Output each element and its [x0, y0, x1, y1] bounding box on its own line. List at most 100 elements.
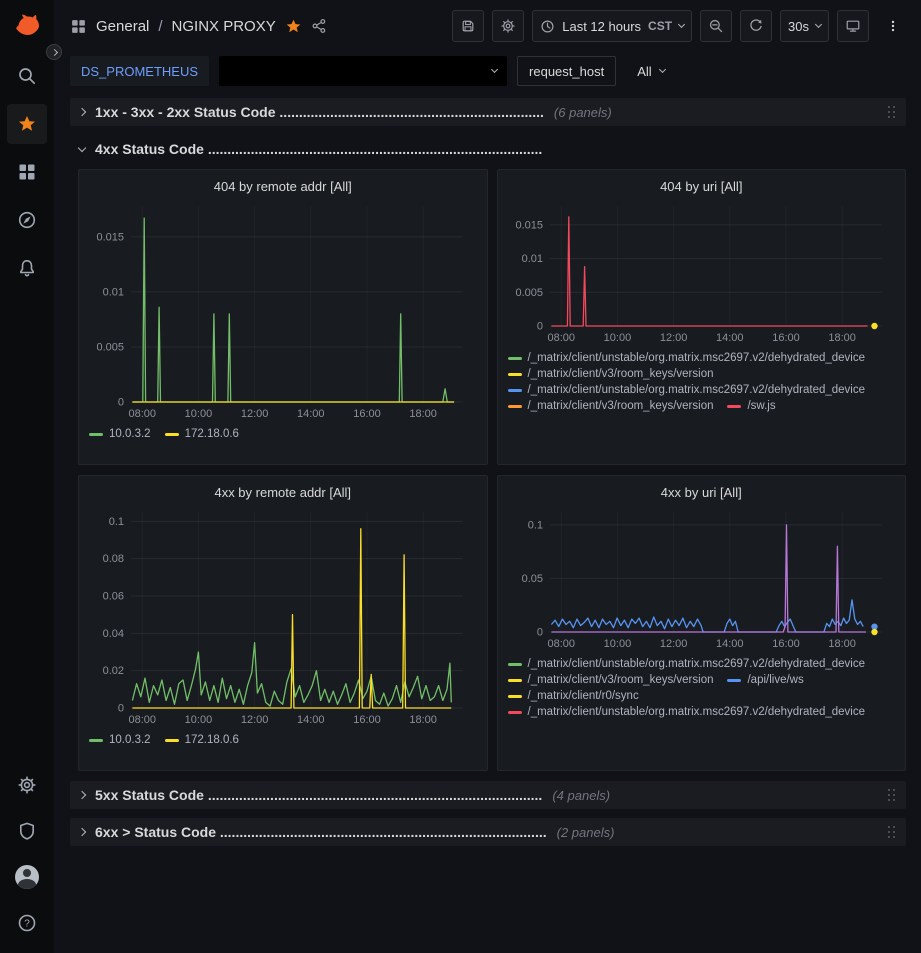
- svg-text:14:00: 14:00: [716, 332, 744, 344]
- kebab-menu-icon: [886, 18, 900, 34]
- refresh-interval-dropdown[interactable]: 30s: [780, 10, 829, 42]
- help-icon: ?: [17, 913, 37, 933]
- time-series-chart[interactable]: 00.0050.010.01508:0010:0012:0014:0016:00…: [508, 199, 896, 345]
- more-options-button[interactable]: [877, 10, 909, 42]
- svg-text:16:00: 16:00: [353, 408, 381, 420]
- svg-text:16:00: 16:00: [772, 638, 800, 650]
- share-icon[interactable]: [311, 18, 327, 34]
- time-series-chart[interactable]: 00.0050.010.01508:0010:0012:0014:0016:00…: [89, 199, 477, 421]
- dashboards-icon: [17, 162, 37, 182]
- grafana-logo[interactable]: [5, 8, 49, 46]
- grafana-logo-icon: [12, 12, 42, 42]
- row-drag-handle[interactable]: [888, 825, 897, 839]
- legend-item[interactable]: /_matrix/client/unstable/org.matrix.msc2…: [508, 384, 866, 396]
- legend-item[interactable]: 172.18.0.6: [165, 734, 239, 746]
- legend-swatch: [727, 679, 741, 682]
- row-drag-handle[interactable]: [888, 788, 897, 802]
- legend-label: /_matrix/client/v3/room_keys/version: [528, 400, 714, 412]
- sidebar-item-search[interactable]: [7, 56, 47, 96]
- chevron-down-icon: [78, 143, 86, 151]
- sidebar-item-explore[interactable]: [7, 200, 47, 240]
- legend-item[interactable]: 10.0.3.2: [89, 428, 151, 440]
- chevron-down-icon: [659, 66, 666, 73]
- legend-item[interactable]: 172.18.0.6: [165, 428, 239, 440]
- refresh-button[interactable]: [740, 10, 772, 42]
- svg-text:14:00: 14:00: [716, 638, 744, 650]
- monitor-icon: [845, 18, 861, 34]
- dashboard-settings-button[interactable]: [492, 10, 524, 42]
- svg-text:0.06: 0.06: [103, 591, 124, 603]
- legend-item[interactable]: /_matrix/client/unstable/org.matrix.msc2…: [508, 706, 866, 718]
- svg-text:12:00: 12:00: [659, 332, 687, 344]
- time-series-chart[interactable]: 00.020.040.060.080.108:0010:0012:0014:00…: [89, 505, 477, 727]
- legend-label: /_matrix/client/unstable/org.matrix.msc2…: [528, 658, 866, 670]
- legend-label: 10.0.3.2: [109, 428, 151, 440]
- dashboard-toolbar: Last 12 hours CST: [452, 10, 909, 42]
- panel-title[interactable]: 404 by remote addr [All]: [89, 176, 477, 199]
- legend-swatch: [508, 373, 522, 376]
- tv-mode-button[interactable]: [837, 10, 869, 42]
- sidebar-item-starred[interactable]: [7, 104, 47, 144]
- legend-item[interactable]: /_matrix/client/unstable/org.matrix.msc2…: [508, 658, 866, 670]
- dashboard-row-1xx[interactable]: 1xx - 3xx - 2xx Status Code ............…: [70, 98, 906, 126]
- panel-404-by-remote-addr: 404 by remote addr [All] 00.0050.010.015…: [78, 169, 488, 465]
- legend-item[interactable]: /_matrix/client/v3/room_keys/version: [508, 368, 714, 380]
- panel-title[interactable]: 4xx by uri [All]: [508, 482, 896, 505]
- chevron-right-icon: [50, 48, 57, 55]
- svg-text:18:00: 18:00: [828, 638, 856, 650]
- save-dashboard-button[interactable]: [452, 10, 484, 42]
- sidebar-item-help[interactable]: ?: [7, 903, 47, 943]
- favorite-star-icon[interactable]: [285, 18, 302, 35]
- sidebar-item-dashboards[interactable]: [7, 152, 47, 192]
- legend-label: /_matrix/client/v3/room_keys/version: [528, 674, 714, 686]
- legend-item[interactable]: /sw.js: [727, 400, 775, 412]
- compass-icon: [17, 210, 37, 230]
- sidebar-expand-button[interactable]: [46, 44, 62, 60]
- clock-icon: [540, 19, 555, 34]
- svg-text:18:00: 18:00: [409, 408, 437, 420]
- request-host-variable-label[interactable]: request_host: [517, 56, 616, 86]
- sidebar-top-group: [7, 56, 47, 288]
- svg-text:10:00: 10:00: [185, 714, 213, 726]
- row-drag-handle[interactable]: [888, 105, 897, 119]
- sidebar-item-alerting[interactable]: [7, 248, 47, 288]
- svg-text:0.015: 0.015: [515, 219, 543, 231]
- legend-swatch: [727, 405, 741, 408]
- svg-text:0.015: 0.015: [96, 231, 124, 243]
- avatar: [15, 865, 39, 889]
- panel-title[interactable]: 4xx by remote addr [All]: [89, 482, 477, 505]
- legend-item[interactable]: 10.0.3.2: [89, 734, 151, 746]
- row-panel-count: (4 panels): [552, 788, 610, 803]
- legend-item[interactable]: /_matrix/client/v3/room_keys/version: [508, 400, 714, 412]
- gear-icon: [500, 18, 516, 34]
- search-icon: [17, 66, 37, 86]
- top-navbar: General / NGINX PROXY: [54, 0, 921, 52]
- breadcrumb-folder[interactable]: General: [96, 18, 149, 35]
- zoom-out-time-button[interactable]: [700, 10, 732, 42]
- legend-item[interactable]: /_matrix/client/v3/room_keys/version: [508, 674, 714, 686]
- sidebar-item-configuration[interactable]: [7, 765, 47, 805]
- dashboard-row-5xx[interactable]: 5xx Status Code ........................…: [70, 781, 906, 809]
- panel-title[interactable]: 404 by uri [All]: [508, 176, 896, 199]
- row-title: 4xx Status Code ........................…: [95, 141, 542, 157]
- svg-text:18:00: 18:00: [828, 332, 856, 344]
- datasource-variable-value-dropdown[interactable]: [219, 56, 507, 86]
- dashboard-row-4xx[interactable]: 4xx Status Code ........................…: [70, 135, 906, 163]
- sidebar-item-profile[interactable]: [7, 857, 47, 897]
- legend-swatch: [508, 357, 522, 360]
- legend-item[interactable]: /api/live/ws: [727, 674, 803, 686]
- dashboard-row-6xx[interactable]: 6xx > Status Code ......................…: [70, 818, 906, 846]
- panel-grid-row-1: 404 by remote addr [All] 00.0050.010.015…: [70, 169, 906, 465]
- breadcrumb-dashboard-title[interactable]: NGINX PROXY: [172, 18, 276, 35]
- request-host-value-dropdown[interactable]: All: [626, 56, 675, 86]
- dashboard-canvas: 1xx - 3xx - 2xx Status Code ............…: [54, 90, 921, 953]
- sidebar-item-server-admin[interactable]: [7, 811, 47, 851]
- legend-item[interactable]: /_matrix/client/unstable/org.matrix.msc2…: [508, 352, 866, 364]
- time-series-chart[interactable]: 00.050.108:0010:0012:0014:0016:0018:00: [508, 505, 896, 651]
- legend-item[interactable]: /_matrix/client/r0/sync: [508, 690, 639, 702]
- svg-text:14:00: 14:00: [297, 714, 325, 726]
- svg-text:0.1: 0.1: [527, 519, 542, 531]
- time-range-picker[interactable]: Last 12 hours CST: [532, 10, 692, 42]
- datasource-variable-label[interactable]: DS_PROMETHEUS: [70, 56, 209, 86]
- apps-icon: [70, 18, 87, 35]
